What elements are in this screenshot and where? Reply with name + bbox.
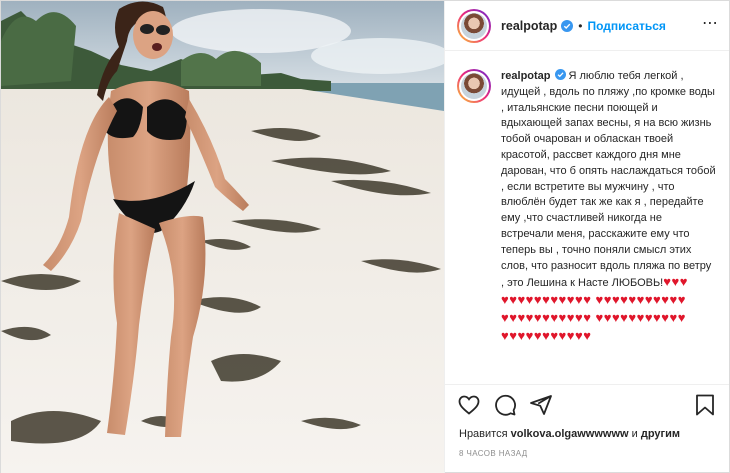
header-username[interactable]: realpotap [501, 19, 557, 33]
verified-badge-icon [561, 19, 574, 32]
likes-others-link[interactable]: другим [641, 428, 680, 440]
caption-row: realpotap Я люблю тебя легкой , идущей , … [457, 69, 717, 346]
like-button[interactable] [457, 393, 481, 417]
likes-suffix: и [631, 428, 638, 440]
comment-icon [495, 394, 516, 416]
post-timestamp[interactable]: 8 часов назад [445, 444, 729, 473]
header-separator: • [578, 18, 583, 33]
caption-text: Я люблю тебя легкой , идущей , вдоль по … [501, 70, 716, 290]
follow-button[interactable]: Подписаться [587, 19, 665, 33]
post-photo[interactable] [1, 1, 444, 473]
caption-username[interactable]: realpotap [501, 70, 551, 82]
instagram-post: realpotap • Подписаться ⋯ realpotap Я люб… [0, 0, 730, 473]
avatar-ring [459, 10, 489, 41]
likes-summary: Нравится volkova.olgawwwwww и другим [445, 424, 729, 444]
more-options-icon[interactable]: ⋯ [701, 15, 719, 33]
share-button[interactable] [529, 393, 553, 417]
comment-button[interactable] [493, 393, 517, 417]
bookmark-icon [696, 394, 714, 416]
post-side-panel: realpotap • Подписаться ⋯ realpotap Я люб… [444, 1, 729, 473]
caption-verified-badge-icon [554, 69, 566, 80]
beach-photo-illustration [1, 1, 444, 473]
comments-section: realpotap Я люблю тебя легкой , идущей , … [445, 51, 729, 384]
caption-avatar[interactable] [457, 69, 491, 103]
likes-prefix: Нравится [459, 428, 508, 440]
heart-icon [458, 395, 480, 415]
likes-user-link[interactable]: volkova.olgawwwwww [511, 428, 629, 440]
caption-avatar-image [461, 73, 487, 99]
caption-avatar-ring [459, 71, 489, 101]
save-button[interactable] [693, 393, 717, 417]
post-header: realpotap • Подписаться ⋯ [445, 1, 729, 51]
avatar-image [461, 12, 487, 39]
share-icon [530, 394, 552, 415]
avatar[interactable] [457, 8, 491, 43]
post-caption: realpotap Я люблю тебя легкой , идущей , … [501, 69, 717, 346]
action-bar [445, 384, 729, 424]
